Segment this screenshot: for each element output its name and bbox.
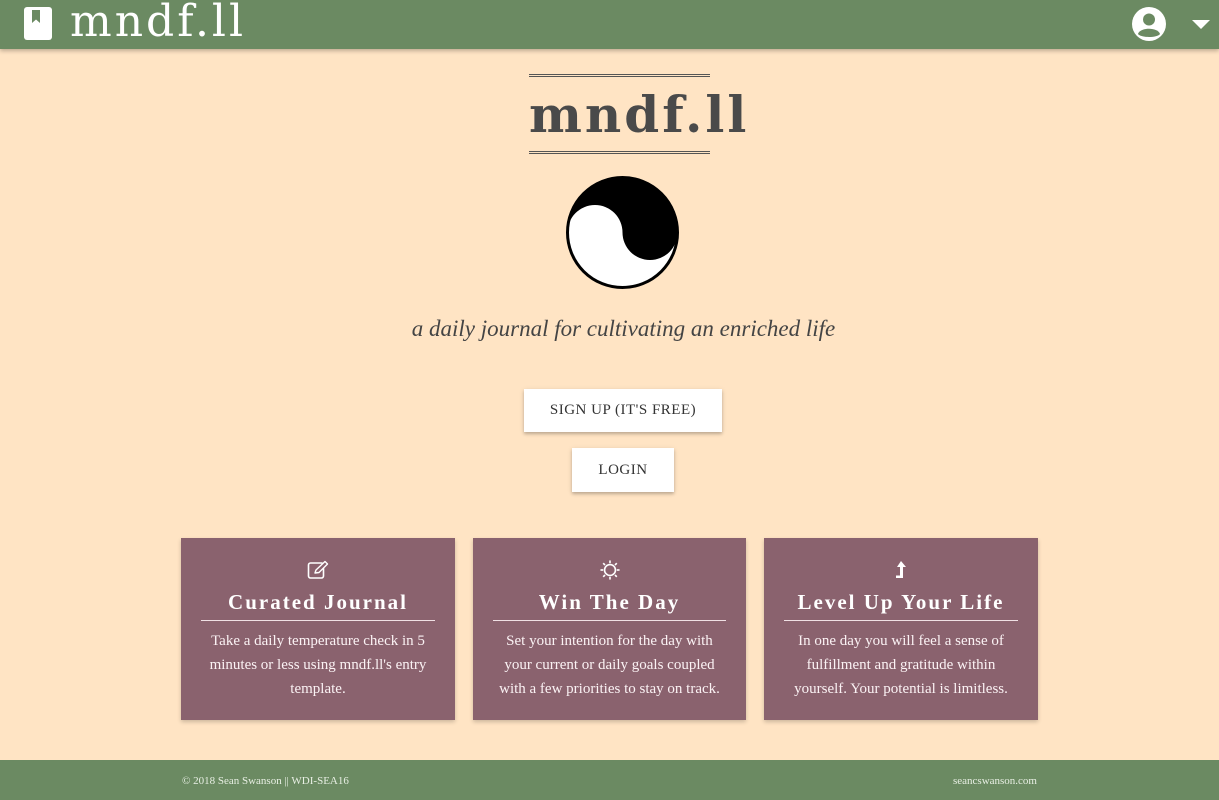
footer-copyright: © 2018 Sean Swanson || WDI-SEA16	[182, 775, 349, 787]
feature-description: Set your intention for the day with your…	[499, 633, 720, 697]
login-button[interactable]: LOGIN	[572, 448, 674, 492]
caret-down-icon[interactable]	[1191, 18, 1211, 30]
top-navbar: mndf.ll	[0, 0, 1219, 49]
footer-site-link[interactable]: seancswanson.com	[953, 775, 1037, 787]
yin-yang-icon	[566, 176, 679, 289]
edit-icon	[307, 560, 329, 579]
footer: © 2018 Sean Swanson || WDI-SEA16 seancsw…	[0, 760, 1219, 800]
brand-logo-text[interactable]: mndf.ll	[70, 0, 246, 50]
feature-title: Win The Day	[493, 588, 726, 621]
feature-title: Curated Journal	[201, 588, 435, 621]
feature-description: In one day you will feel a sense of fulf…	[794, 633, 1008, 697]
hero-title-frame: mndf.ll	[529, 74, 750, 154]
level-up-icon	[896, 561, 906, 578]
sun-icon	[599, 560, 620, 580]
feature-card-curated-journal: Curated Journal Take a daily temperature…	[181, 538, 455, 720]
tagline: a daily journal for cultivating an enric…	[411, 316, 836, 341]
account-circle-icon[interactable]	[1131, 6, 1167, 42]
feature-card-win-the-day: Win The Day Set your intention for the d…	[473, 538, 746, 720]
feature-description: Take a daily temperature check in 5 minu…	[209, 633, 427, 697]
signup-button[interactable]: SIGN UP (IT'S FREE)	[524, 389, 722, 432]
feature-card-level-up: Level Up Your Life In one day you will f…	[764, 538, 1038, 720]
feature-title: Level Up Your Life	[784, 588, 1018, 621]
book-icon[interactable]	[24, 7, 52, 40]
hero-title: mndf.ll	[529, 85, 750, 144]
